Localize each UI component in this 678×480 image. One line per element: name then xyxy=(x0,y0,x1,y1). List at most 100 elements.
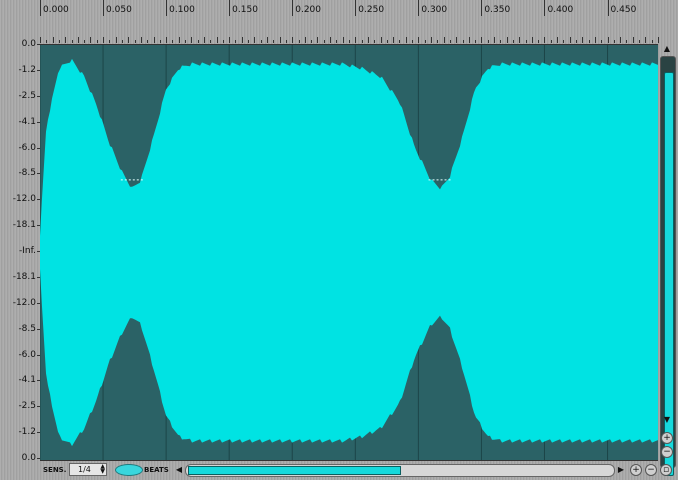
plus-icon[interactable]: + xyxy=(630,464,642,476)
time-ruler[interactable]: 0.000 0.050 0.100 0.150 0.200 0.250 0.300 0.350… xyxy=(40,0,659,44)
ruler-minor-tick xyxy=(273,40,275,43)
ruler-minor-tick xyxy=(557,37,559,43)
db-scale-label: -12.0 xyxy=(12,297,36,308)
ruler-minor-tick xyxy=(115,37,117,43)
ruler-minor-tick xyxy=(424,40,426,43)
ruler-minor-tick xyxy=(292,37,294,43)
ruler-minor-tick xyxy=(620,37,622,43)
ruler-minor-tick xyxy=(166,37,168,43)
ruler-tick-label: 0.350 xyxy=(484,5,511,15)
ruler-minor-tick xyxy=(203,37,205,43)
db-scale-label: -8.5 xyxy=(18,323,36,334)
ruler-minor-tick xyxy=(222,40,224,43)
ruler-minor-tick xyxy=(285,40,287,43)
waveform-svg[interactable] xyxy=(40,45,658,460)
vertical-scroll-track[interactable] xyxy=(660,56,676,476)
ruler-minor-tick xyxy=(349,40,350,43)
ruler-minor-tick xyxy=(361,40,363,43)
minus-icon[interactable]: − xyxy=(645,464,657,476)
ruler-minor-tick xyxy=(594,37,596,43)
ruler-minor-tick xyxy=(109,40,111,43)
triangle-right-icon[interactable]: ▶ xyxy=(615,465,627,475)
ruler-major-tick xyxy=(103,0,105,16)
ruler-minor-tick xyxy=(576,40,578,43)
ruler-minor-tick xyxy=(374,40,376,43)
ruler-minor-tick xyxy=(330,37,332,43)
ruler-minor-tick xyxy=(229,37,231,43)
ruler-minor-tick xyxy=(437,40,439,43)
vertical-zoom-scrollbar[interactable]: ▲ ▼ + − xyxy=(659,44,676,476)
ruler-tick-label: 0.450 xyxy=(610,5,637,15)
db-scale-label: -4.1 xyxy=(18,116,36,127)
ruler-minor-tick xyxy=(645,37,647,43)
ruler-minor-tick xyxy=(519,37,521,43)
ruler-major-tick xyxy=(607,0,609,16)
ruler-minor-tick xyxy=(550,40,552,43)
spinner-icon[interactable]: ▲ ▼ xyxy=(100,464,105,475)
ruler-minor-tick xyxy=(367,37,369,43)
ruler-major-tick xyxy=(355,0,357,16)
ruler-minor-tick xyxy=(185,40,187,43)
bottom-bar: SENS. 1/4 ▲ ▼ BEATS ◀ ▶ + − ▫ xyxy=(0,461,678,480)
ruler-major-tick xyxy=(544,0,546,16)
ruler-minor-tick xyxy=(468,37,470,43)
ruler-minor-tick xyxy=(651,40,653,43)
ruler-minor-tick xyxy=(298,40,300,43)
ruler-minor-tick xyxy=(121,40,123,43)
ruler-minor-tick xyxy=(235,40,237,43)
ruler-minor-tick xyxy=(418,37,420,43)
db-scale-label: -18.1 xyxy=(12,271,36,282)
ruler-minor-tick xyxy=(153,37,155,43)
ruler-minor-tick xyxy=(500,40,502,43)
ruler-minor-tick xyxy=(544,37,546,43)
ruler-minor-tick xyxy=(582,37,584,43)
waveform-view[interactable] xyxy=(40,44,658,461)
ruler-minor-tick xyxy=(323,40,325,43)
ruler-tick-label: 0.250 xyxy=(358,5,385,15)
sensitivity-value: 1/4 xyxy=(78,465,91,474)
db-scale-label: -6.0 xyxy=(18,142,36,153)
ruler-minor-tick xyxy=(412,40,414,43)
triangle-left-icon[interactable]: ◀ xyxy=(173,465,185,475)
ruler-minor-tick xyxy=(71,40,73,43)
minus-icon[interactable]: − xyxy=(661,446,673,458)
plus-icon[interactable]: + xyxy=(661,432,673,444)
sensitivity-select[interactable]: 1/4 ▲ ▼ xyxy=(69,463,107,476)
horizontal-scroll-thumb[interactable] xyxy=(188,466,401,475)
ruler-minor-tick xyxy=(159,40,161,43)
db-scale-label: -2.5 xyxy=(18,90,36,101)
beats-label: BEATS xyxy=(144,466,169,474)
ruler-minor-tick xyxy=(443,37,445,43)
beats-toggle[interactable] xyxy=(115,464,143,476)
ruler-major-tick xyxy=(40,0,41,16)
ruler-minor-tick xyxy=(380,37,382,43)
ruler-minor-tick xyxy=(103,37,105,43)
db-scale-label: 0.0 xyxy=(21,39,36,49)
ruler-major-tick xyxy=(481,0,483,16)
ruler-tick-label: 0.300 xyxy=(421,5,448,15)
ruler-minor-tick xyxy=(393,37,395,43)
ruler-minor-tick xyxy=(336,40,338,43)
ruler-minor-tick xyxy=(494,37,496,43)
ruler-minor-tick xyxy=(462,40,464,43)
ruler-minor-tick xyxy=(254,37,256,43)
ruler-minor-tick xyxy=(613,40,615,43)
triangle-down-icon[interactable]: ▼ xyxy=(661,415,673,425)
triangle-up-icon[interactable]: ▲ xyxy=(661,44,673,54)
ruler-minor-tick xyxy=(475,40,477,43)
ruler-minor-tick xyxy=(626,40,628,43)
ruler-minor-tick xyxy=(632,37,634,43)
ruler-minor-tick xyxy=(487,40,489,43)
zoom-fit-icon[interactable]: ▫ xyxy=(660,464,672,476)
ruler-minor-tick xyxy=(267,37,269,43)
ruler-minor-tick xyxy=(40,37,41,43)
db-scale-label: -1.2 xyxy=(18,427,36,438)
ruler-minor-tick xyxy=(430,37,432,43)
ruler-minor-tick xyxy=(197,40,199,43)
ruler-minor-tick xyxy=(481,37,483,43)
ruler-minor-tick xyxy=(84,40,86,43)
ruler-minor-tick xyxy=(178,37,180,43)
ruler-tick-label: 0.400 xyxy=(547,5,574,15)
ruler-minor-tick xyxy=(506,37,508,43)
horizontal-scrollbar[interactable]: ◀ ▶ xyxy=(173,463,627,477)
